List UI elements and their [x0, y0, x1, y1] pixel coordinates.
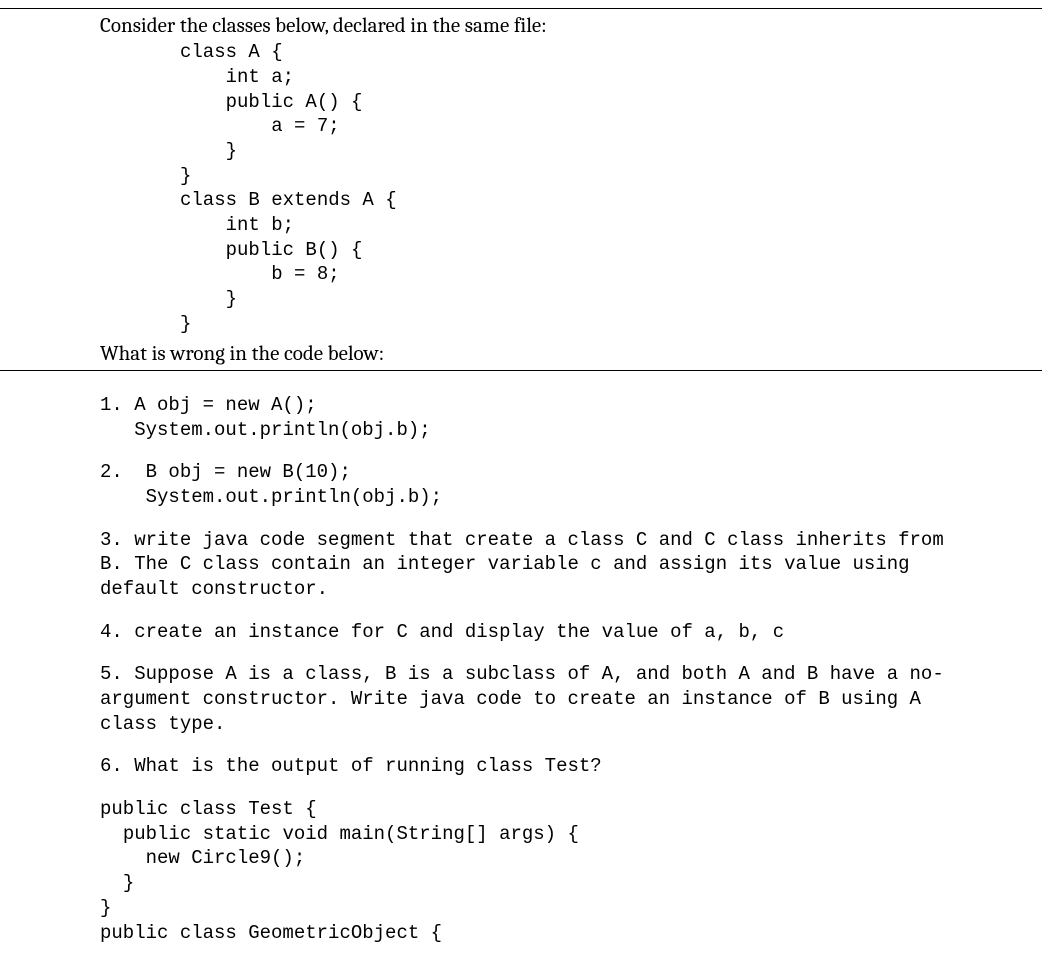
intro-text: Consider the classes below, declared in …: [100, 13, 962, 40]
question-2: 2. B obj = new B(10); System.out.println…: [100, 460, 962, 509]
question-6: 6. What is the output of running class T…: [100, 754, 962, 779]
question-1: 1. A obj = new A(); System.out.println(o…: [100, 393, 962, 442]
prompt-text: What is wrong in the code below:: [100, 342, 384, 366]
question-6-code: public class Test { public static void m…: [100, 797, 962, 945]
class-definition-code: class A { int a; public A() { a = 7; } }…: [180, 40, 962, 336]
question-3: 3. write java code segment that create a…: [100, 528, 962, 602]
question-5: 5. Suppose A is a class, B is a subclass…: [100, 662, 962, 736]
question-4: 4. create an instance for C and display …: [100, 620, 962, 645]
horizontal-rule-top: [0, 8, 1042, 9]
horizontal-rule-mid: [0, 370, 1042, 371]
